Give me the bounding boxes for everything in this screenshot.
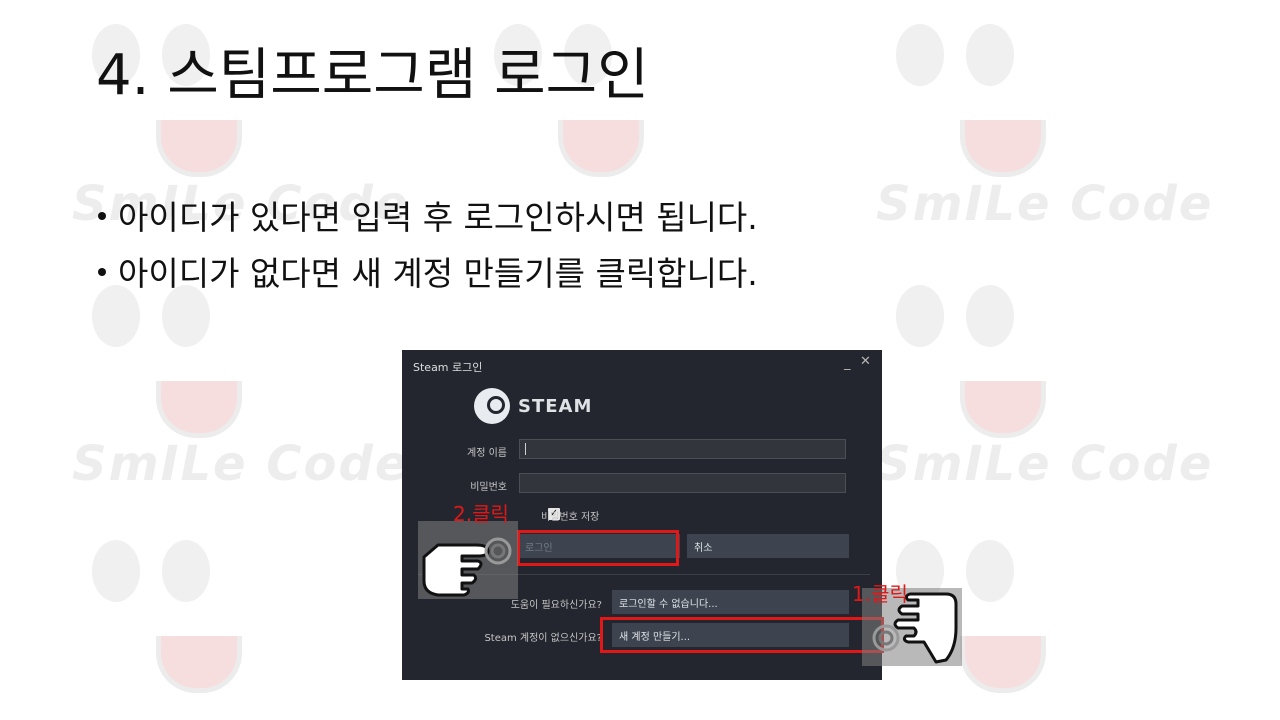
watermark-text: SmILe Code bbox=[876, 436, 1214, 492]
no-account-question-label: Steam 계정이 없으신가요? bbox=[484, 633, 602, 644]
password-input[interactable] bbox=[519, 473, 846, 493]
account-name-label: 계정 이름 bbox=[467, 448, 507, 459]
smile-face-watermark bbox=[896, 285, 1046, 455]
smile-face-watermark bbox=[92, 540, 242, 710]
bullet-item: 아이디가 있다면 입력 후 로그인하시면 됩니다. bbox=[98, 190, 758, 246]
cant-login-button[interactable]: 로그인할 수 없습니다... bbox=[612, 590, 849, 614]
minimize-button[interactable]: _ bbox=[844, 356, 851, 371]
step2-label: 2.클릭 bbox=[453, 502, 509, 526]
pointing-hand-icon bbox=[418, 521, 518, 599]
steam-logo-text: STEAM bbox=[518, 396, 593, 417]
close-button[interactable]: ✕ bbox=[860, 354, 871, 369]
slide-title: 4. 스팀프로그램 로그인 bbox=[96, 43, 649, 108]
smile-face-watermark bbox=[92, 285, 242, 455]
bullet-list: 아이디가 있다면 입력 후 로그인하시면 됩니다. 아이디가 없다면 새 계정 … bbox=[98, 190, 758, 302]
steam-logo-icon bbox=[474, 388, 510, 424]
cancel-button[interactable]: 취소 bbox=[687, 534, 849, 558]
window-title: Steam 로그인 bbox=[413, 361, 483, 374]
login-highlight-box bbox=[517, 530, 679, 566]
create-account-highlight-box bbox=[600, 617, 884, 653]
smile-face-watermark bbox=[896, 24, 1046, 194]
bullet-text: 아이디가 있다면 입력 후 로그인하시면 됩니다. bbox=[118, 198, 758, 237]
bullet-dot-icon bbox=[98, 267, 106, 276]
bullet-item: 아이디가 없다면 새 계정 만들기를 클릭합니다. bbox=[98, 246, 758, 302]
password-label: 비밀번호 bbox=[470, 482, 507, 493]
bullet-dot-icon bbox=[98, 211, 106, 220]
remember-password-label: 비밀번호 저장 bbox=[541, 512, 600, 523]
watermark-text: SmILe Code bbox=[72, 436, 410, 492]
text-cursor bbox=[525, 443, 526, 455]
step1-label: 1.클릭 bbox=[852, 582, 908, 606]
watermark-text: SmILe Code bbox=[876, 176, 1214, 232]
account-name-input[interactable] bbox=[519, 439, 846, 459]
bullet-text: 아이디가 없다면 새 계정 만들기를 클릭합니다. bbox=[118, 254, 758, 293]
